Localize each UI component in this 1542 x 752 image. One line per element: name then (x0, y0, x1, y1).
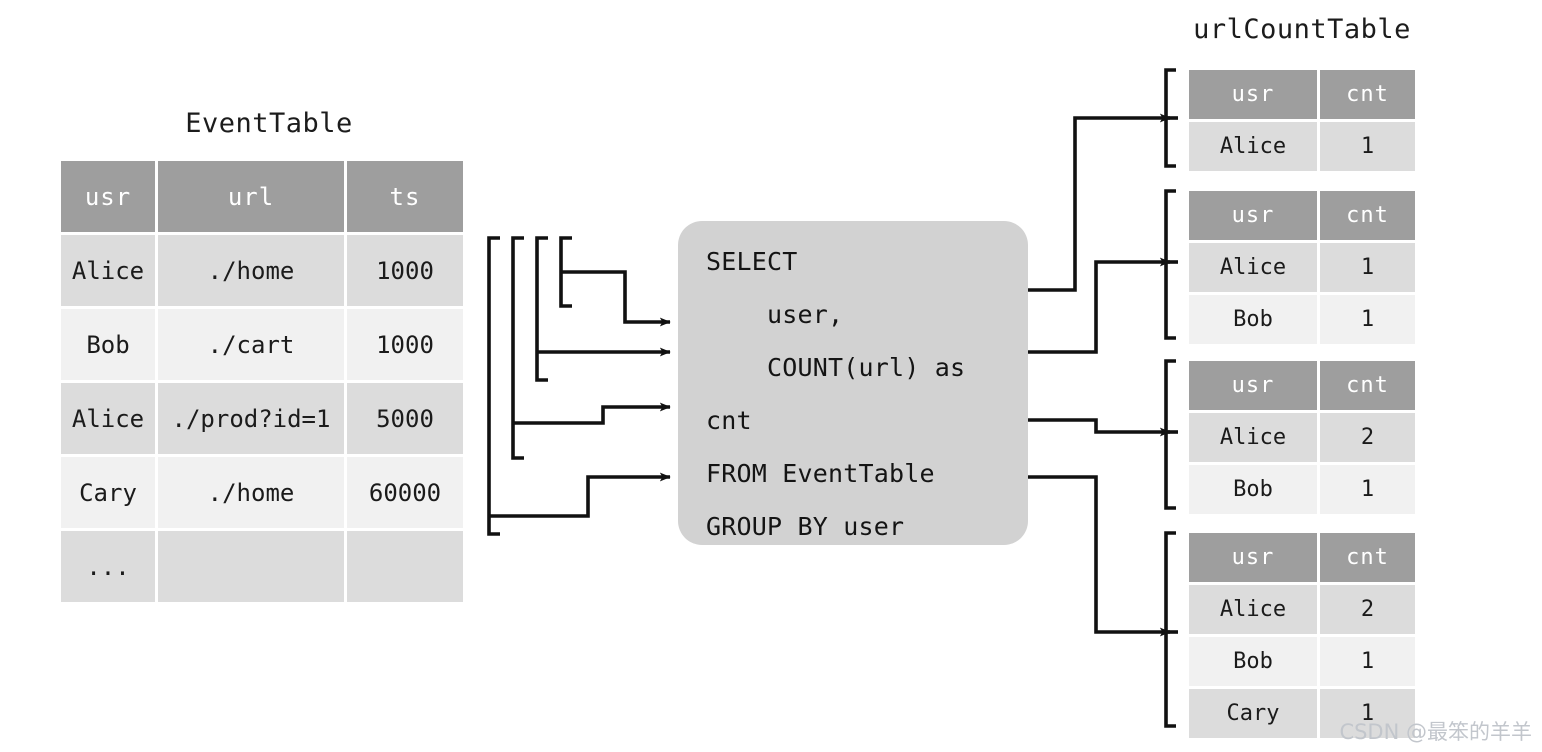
cell-ts (347, 531, 463, 602)
scope-bracket-2 (535, 236, 548, 382)
event-col-ts: ts (347, 161, 463, 232)
cell-usr: Alice (61, 383, 155, 454)
result-table-2: usr cnt Alice 1 Bob 1 (1186, 188, 1418, 347)
url-count-table-title: urlCountTable (1193, 14, 1411, 45)
cell-usr: Alice (1189, 413, 1317, 462)
table-row-ellipsis: ... (61, 531, 463, 602)
table-row: Alice 1 (1189, 243, 1415, 292)
result-header-row: usr cnt (1189, 361, 1415, 410)
table-row: Bob 1 (1189, 295, 1415, 344)
result-col-cnt: cnt (1320, 533, 1415, 582)
cell-usr: Cary (1189, 689, 1317, 738)
table-row: Bob ./cart 1000 (61, 309, 463, 380)
cell-cnt: 2 (1320, 585, 1415, 634)
table-row: Alice ./prod?id=1 5000 (61, 383, 463, 454)
output-wire-2 (1028, 257, 1171, 354)
output-wire-1 (1028, 113, 1171, 292)
result-table-3: usr cnt Alice 2 Bob 1 (1186, 358, 1418, 517)
cell-url: ./cart (158, 309, 344, 380)
cell-ts: 1000 (347, 309, 463, 380)
result-col-usr: usr (1189, 70, 1317, 119)
table-row: Alice 2 (1189, 585, 1415, 634)
event-table-title: EventTable (185, 108, 353, 139)
cell-usr: Alice (1189, 122, 1317, 171)
result-table-1: usr cnt Alice 1 (1186, 67, 1418, 174)
sql-query-box: SELECT user, COUNT(url) as cnt FROM Even… (678, 221, 1028, 545)
cell-cnt: 1 (1320, 637, 1415, 686)
cell-cnt: 2 (1320, 413, 1415, 462)
watermark: CSDN @最笨的羊羊 (1339, 720, 1532, 744)
cell-usr: Bob (1189, 295, 1317, 344)
result-col-usr: usr (1189, 191, 1317, 240)
cell-usr: Alice (1189, 243, 1317, 292)
table-row: Alice ./home 1000 (61, 235, 463, 306)
result-bracket-3 (1164, 359, 1178, 510)
sql-line: user, (706, 300, 844, 329)
table-row: Alice 2 (1189, 413, 1415, 462)
scope-bracket-3 (511, 236, 524, 460)
table-row: Bob 1 (1189, 465, 1415, 514)
cell-usr: Alice (1189, 585, 1317, 634)
cell-usr: Alice (61, 235, 155, 306)
feed-wire-4 (489, 472, 671, 518)
result-header-row: usr cnt (1189, 533, 1415, 582)
result-col-cnt: cnt (1320, 70, 1415, 119)
result-bracket-2 (1164, 189, 1178, 340)
result-table-4: usr cnt Alice 2 Bob 1 Cary 1 (1186, 530, 1418, 741)
cell-url: ./home (158, 235, 344, 306)
result-header-row: usr cnt (1189, 70, 1415, 119)
sql-line: GROUP BY user (706, 512, 905, 541)
result-col-cnt: cnt (1320, 361, 1415, 410)
result-col-usr: usr (1189, 533, 1317, 582)
cell-ts: 1000 (347, 235, 463, 306)
scope-bracket-1 (559, 236, 572, 308)
cell-usr: Bob (61, 309, 155, 380)
result-col-cnt: cnt (1320, 191, 1415, 240)
table-row: Bob 1 (1189, 637, 1415, 686)
cell-cnt: 1 (1320, 295, 1415, 344)
table-row: Alice 1 (1189, 122, 1415, 171)
result-header-row: usr cnt (1189, 191, 1415, 240)
cell-cnt: 1 (1320, 243, 1415, 292)
cell-cnt: 1 (1320, 465, 1415, 514)
sql-line: COUNT(url) as (706, 353, 966, 382)
cell-usr: Bob (1189, 637, 1317, 686)
result-bracket-1 (1164, 68, 1178, 168)
cell-usr: Cary (61, 457, 155, 528)
output-wire-4 (1028, 475, 1171, 637)
cell-ellipsis: ... (61, 531, 155, 602)
cell-url (158, 531, 344, 602)
cell-ts: 5000 (347, 383, 463, 454)
event-table: usr url ts Alice ./home 1000 Bob ./cart … (58, 158, 466, 605)
event-col-url: url (158, 161, 344, 232)
cell-ts: 60000 (347, 457, 463, 528)
result-col-usr: usr (1189, 361, 1317, 410)
result-bracket-4 (1164, 531, 1178, 728)
cell-url: ./prod?id=1 (158, 383, 344, 454)
cell-url: ./home (158, 457, 344, 528)
table-row: Cary ./home 60000 (61, 457, 463, 528)
cell-cnt: 1 (1320, 122, 1415, 171)
scope-bracket-4 (487, 236, 500, 536)
feed-wire-3 (513, 402, 671, 425)
sql-line: FROM EventTable (706, 459, 935, 488)
event-col-usr: usr (61, 161, 155, 232)
cell-usr: Bob (1189, 465, 1317, 514)
sql-line: SELECT (706, 247, 798, 276)
diagram-canvas: EventTable usr url ts Alice ./home 1000 … (0, 0, 1542, 752)
output-wire-3 (1028, 418, 1171, 437)
sql-line: cnt (706, 406, 752, 435)
event-table-header-row: usr url ts (61, 161, 463, 232)
feed-wire-1 (561, 270, 671, 327)
